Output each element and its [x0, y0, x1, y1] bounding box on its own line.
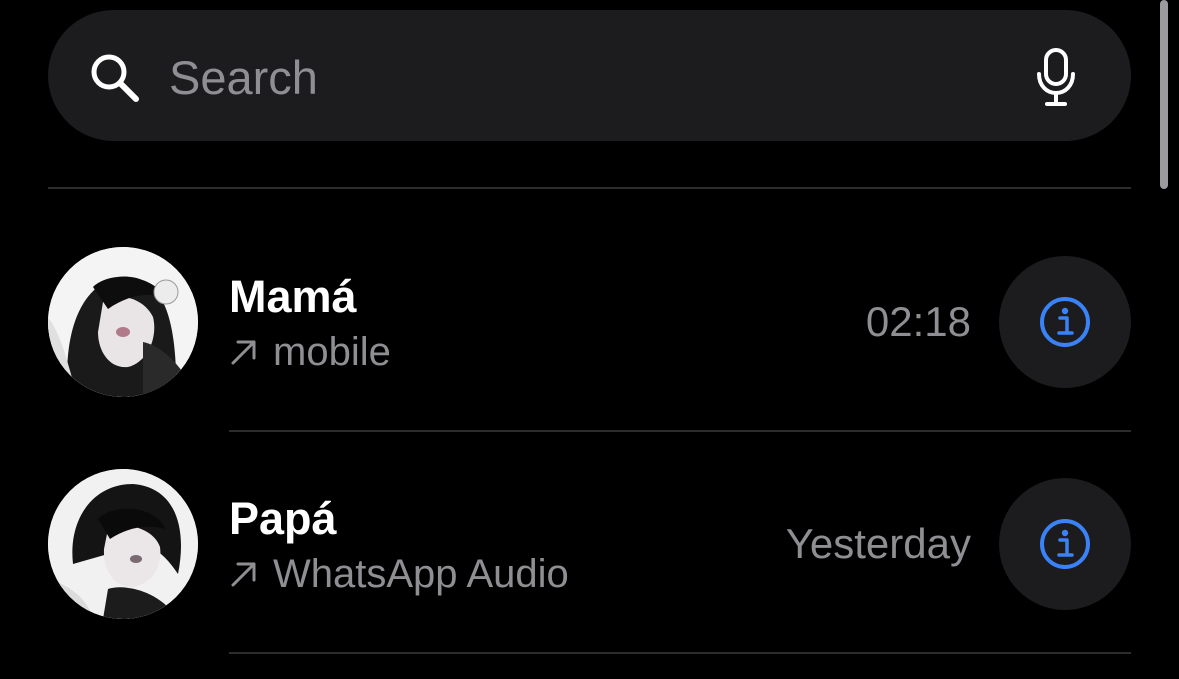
calls-screen: Search Mamá mobile 02:18 Papá WhatsApp A… [0, 0, 1179, 679]
search-icon [91, 54, 139, 102]
call-type: mobile [229, 328, 391, 376]
info-button[interactable] [999, 478, 1131, 610]
call-time: Yesterday [785, 520, 971, 567]
divider [48, 187, 1131, 189]
outgoing-arrow-icon [231, 340, 256, 365]
avatar [48, 247, 198, 397]
call-type: WhatsApp Audio [229, 550, 569, 598]
outgoing-arrow-icon [231, 562, 256, 587]
info-icon [1040, 519, 1090, 569]
info-button[interactable] [999, 256, 1131, 388]
call-type-label: mobile [273, 330, 391, 374]
row-divider [229, 652, 1131, 654]
call-time: 02:18 [865, 298, 971, 345]
avatar [48, 469, 198, 619]
call-row[interactable]: Mamá mobile 02:18 [0, 210, 1179, 432]
contact-name: Papá [229, 493, 337, 544]
search-input[interactable]: Search [169, 50, 318, 106]
contact-name: Mamá [229, 271, 357, 322]
microphone-icon[interactable] [1035, 48, 1077, 108]
scrollbar[interactable] [1160, 0, 1168, 189]
info-icon [1040, 297, 1090, 347]
call-type-label: WhatsApp Audio [273, 552, 569, 596]
call-row[interactable]: Papá WhatsApp Audio Yesterday [0, 432, 1179, 654]
